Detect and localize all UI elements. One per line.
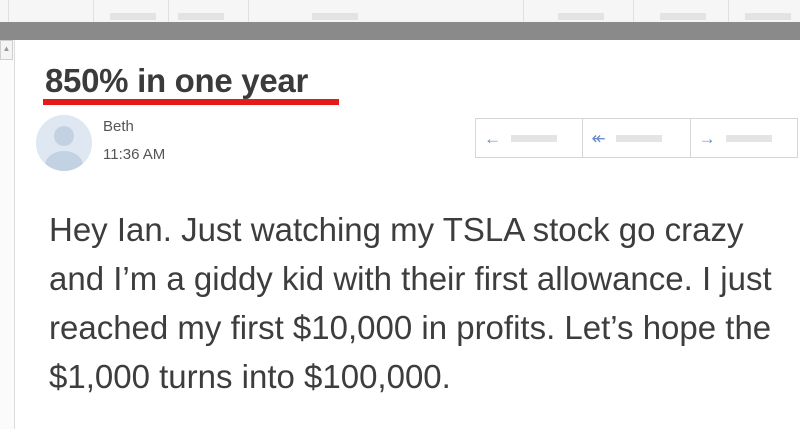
toolbar-segment[interactable] (523, 0, 634, 22)
toolbar-placeholder (745, 13, 791, 20)
forward-label-placeholder (725, 134, 772, 142)
subject-highlight-underline (43, 99, 339, 105)
sender-name[interactable]: Beth (103, 118, 134, 135)
reply-arrow-icon: ← (484, 128, 501, 148)
reply-all-label-placeholder (615, 134, 662, 142)
toolbar-segment[interactable] (93, 0, 169, 22)
message-subject: 850% in one year (45, 62, 309, 99)
toolbar-segment[interactable] (8, 0, 94, 22)
message-body: Hey Ian. Just watching my TSLA stock go … (49, 211, 772, 395)
left-scroll-gutter[interactable] (0, 40, 15, 429)
toolbar-segment[interactable] (168, 0, 249, 22)
toolbar-segment[interactable] (248, 0, 524, 22)
top-toolbar (0, 0, 800, 23)
reply-all-button[interactable]: ↞ (583, 119, 691, 157)
message-time: 11:36 AM (103, 146, 166, 163)
sender-avatar[interactable] (36, 115, 92, 171)
avatar-person-icon (36, 115, 92, 171)
scroll-up-button[interactable]: ▲ (0, 40, 13, 60)
ribbon-bar (0, 22, 800, 40)
toolbar-segment[interactable] (633, 0, 729, 22)
reply-label-placeholder (511, 134, 557, 142)
reply-all-arrow-icon: ↞ (591, 128, 606, 148)
forward-arrow-icon: → (698, 128, 716, 148)
forward-button[interactable]: → (691, 119, 797, 157)
message-actions: ← ↞ → (475, 118, 798, 158)
reply-button[interactable]: ← (476, 119, 584, 157)
